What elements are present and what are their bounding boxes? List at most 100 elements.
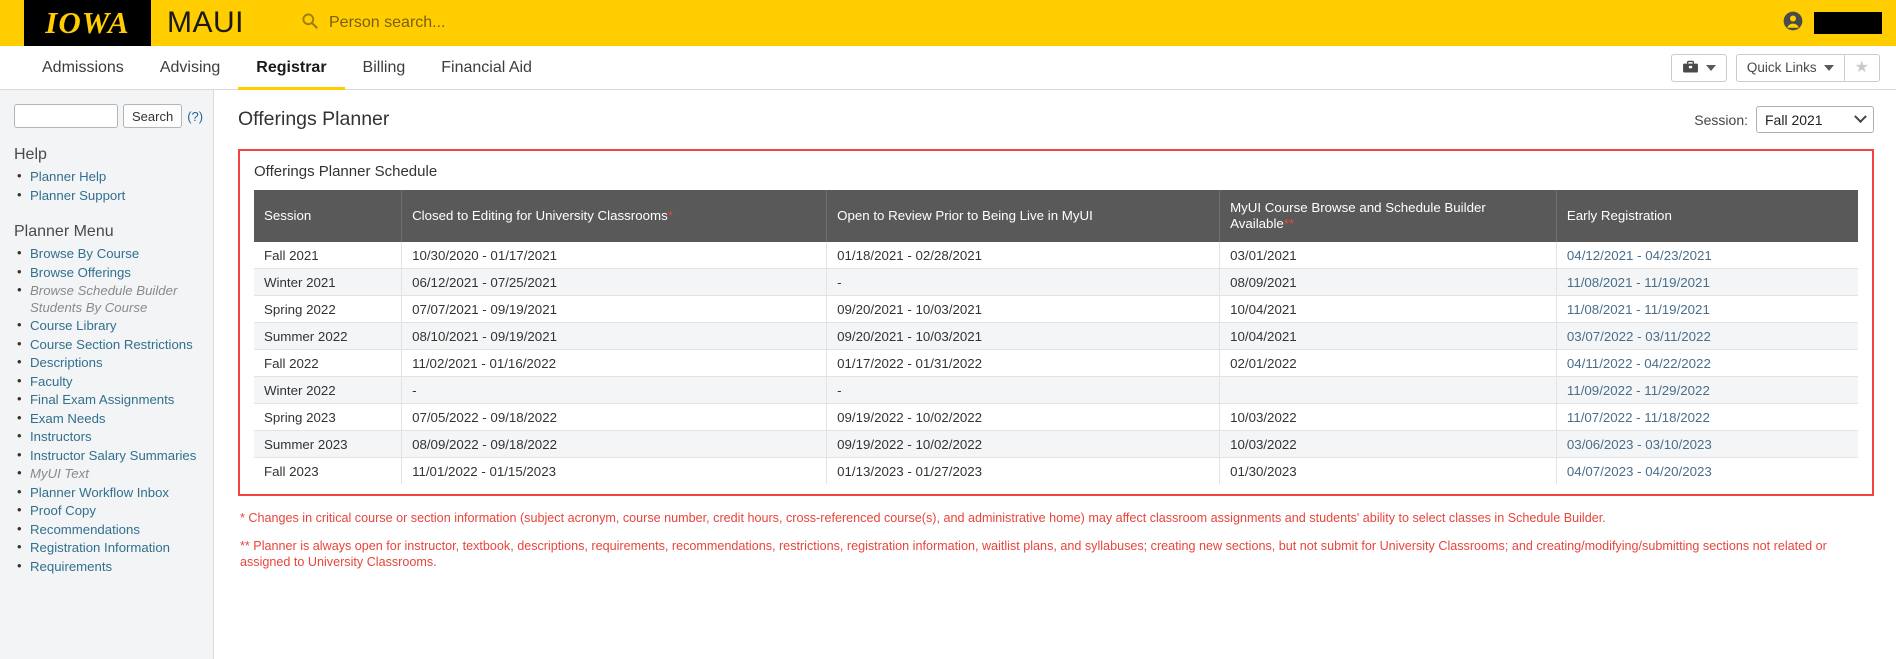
list-item[interactable]: Recommendations — [17, 521, 213, 540]
early-registration-link[interactable]: 11/08/2021 - 11/19/2021 — [1567, 302, 1710, 317]
sidebar-item-planner-support[interactable]: Planner Support — [30, 188, 125, 203]
sidebar-item-browse-by-course[interactable]: Browse By Course — [30, 246, 139, 261]
sidebar-item-browse-offerings[interactable]: Browse Offerings — [30, 265, 131, 280]
list-item[interactable]: Instructor Salary Summaries — [17, 447, 213, 466]
sidebar-item-planner-help[interactable]: Planner Help — [30, 169, 106, 184]
list-item: MyUI Text — [17, 465, 213, 484]
early-registration-link[interactable]: 04/11/2022 - 04/22/2022 — [1567, 356, 1711, 371]
nav-item-billing[interactable]: Billing — [345, 46, 424, 90]
sidebar-item-recommendations[interactable]: Recommendations — [30, 522, 140, 537]
sidebar-item-course-section-restrictions[interactable]: Course Section Restrictions — [30, 337, 193, 352]
early-registration-link[interactable]: 04/07/2023 - 04/20/2023 — [1567, 464, 1712, 479]
table-head: Session Closed to Editing for University… — [254, 190, 1858, 242]
nav-item-admissions[interactable]: Admissions — [24, 46, 142, 90]
list-item[interactable]: Requirements — [17, 558, 213, 577]
list-item[interactable]: Registration Information — [17, 539, 213, 558]
sidebar-search-button[interactable]: Search — [123, 104, 183, 128]
session-label: Session: — [1694, 111, 1748, 128]
column-header-closed-to-editing: Closed to Editing for University Classro… — [401, 190, 828, 242]
list-item[interactable]: Planner Workflow Inbox — [17, 484, 213, 503]
list-item[interactable]: Course Library — [17, 317, 213, 336]
sidebar-item-course-library[interactable]: Course Library — [30, 318, 117, 333]
cell-session: Fall 2022 — [254, 349, 403, 377]
sidebar-item-exam-needs[interactable]: Exam Needs — [30, 411, 106, 426]
cell-closed: 08/10/2021 - 09/19/2021 — [401, 322, 828, 350]
sidebar-item-final-exam-assignments[interactable]: Final Exam Assignments — [30, 392, 174, 407]
quick-links-button[interactable]: Quick Links — [1735, 53, 1844, 82]
person-search-input[interactable]: Person search... — [300, 11, 446, 35]
cell-review: - — [826, 268, 1221, 296]
list-item[interactable]: Browse By Course — [17, 245, 213, 264]
list-item[interactable]: Browse Offerings — [17, 264, 213, 283]
list-item[interactable]: Course Section Restrictions — [17, 336, 213, 355]
cell-session: Winter 2022 — [254, 376, 403, 404]
cell-early: 04/11/2022 - 04/22/2022 — [1556, 349, 1858, 377]
sidebar-search-input[interactable] — [14, 104, 118, 128]
cell-review: 09/19/2022 - 10/02/2022 — [826, 430, 1221, 458]
panel-title: Offerings Planner Schedule — [254, 163, 438, 180]
session-picker: Session: Fall 2021 — [1694, 106, 1874, 133]
table-row: Winter 2022 - - 11/09/2022 - 11/29/2022 — [254, 376, 1858, 404]
list-item[interactable]: Planner Help — [17, 168, 213, 187]
session-select[interactable]: Fall 2021 — [1756, 106, 1874, 133]
early-registration-link[interactable]: 11/07/2022 - 11/18/2022 — [1567, 410, 1710, 425]
toolbox-icon — [1682, 59, 1699, 77]
quick-links-label: Quick Links — [1746, 60, 1817, 75]
list-item[interactable]: Planner Support — [17, 187, 213, 206]
early-registration-link[interactable]: 03/07/2022 - 03/11/2022 — [1567, 329, 1711, 344]
toolbox-menu-button[interactable] — [1670, 53, 1727, 82]
cell-myui: 10/04/2021 — [1219, 322, 1557, 350]
list-item[interactable]: Descriptions — [17, 354, 213, 373]
cell-closed: 11/02/2021 - 01/16/2022 — [401, 349, 828, 377]
sidebar-item-instructors[interactable]: Instructors — [30, 429, 92, 444]
search-icon — [300, 11, 319, 35]
sidebar-item-faculty[interactable]: Faculty — [30, 374, 73, 389]
early-registration-link[interactable]: 04/12/2021 - 04/23/2021 — [1567, 248, 1712, 263]
sidebar-item-planner-workflow-inbox[interactable]: Planner Workflow Inbox — [30, 485, 169, 500]
early-registration-link[interactable]: 03/06/2023 - 03/10/2023 — [1567, 437, 1712, 452]
early-registration-link[interactable]: 11/08/2021 - 11/19/2021 — [1567, 275, 1710, 290]
account-circle-icon[interactable] — [1782, 10, 1804, 37]
early-registration-link[interactable]: 11/09/2022 - 11/29/2022 — [1567, 383, 1710, 398]
footnote-double-asterisk: ** Planner is always open for instructor… — [240, 539, 1827, 569]
star-icon: ★ — [1854, 58, 1869, 76]
column-header-label: MyUI Course Browse and Schedule Builder … — [1230, 200, 1486, 231]
list-item: Browse Schedule Builder Students By Cour… — [17, 282, 213, 317]
cell-early: 11/07/2022 - 11/18/2022 — [1556, 403, 1858, 431]
cell-early: 11/08/2021 - 11/19/2021 — [1556, 295, 1858, 323]
cell-closed: 08/09/2022 - 09/18/2022 — [401, 430, 828, 458]
table-row: Winter 2021 06/12/2021 - 07/25/2021 - 08… — [254, 268, 1858, 296]
cell-review: 01/13/2023 - 01/27/2023 — [826, 457, 1221, 484]
sidebar-item-requirements[interactable]: Requirements — [30, 559, 112, 574]
cell-myui: 10/03/2022 — [1219, 430, 1557, 458]
sidebar: Search (?) Help Planner Help Planner Sup… — [0, 90, 214, 659]
table-row: Spring 2023 07/05/2022 - 09/18/2022 09/1… — [254, 403, 1858, 431]
nav-item-financial-aid[interactable]: Financial Aid — [423, 46, 550, 90]
sidebar-item-proof-copy[interactable]: Proof Copy — [30, 503, 96, 518]
list-item[interactable]: Final Exam Assignments — [17, 391, 213, 410]
nav-item-registrar[interactable]: Registrar — [238, 46, 345, 90]
list-item[interactable]: Exam Needs — [17, 410, 213, 429]
sidebar-item-myui-text: MyUI Text — [30, 466, 89, 481]
sidebar-help-hint[interactable]: (?) — [187, 109, 203, 124]
footnote-marker: ** — [1283, 216, 1295, 231]
sidebar-item-descriptions[interactable]: Descriptions — [30, 355, 103, 370]
column-header-myui-course-browse: MyUI Course Browse and Schedule Builder … — [1219, 190, 1557, 242]
cell-review: 01/17/2022 - 01/31/2022 — [826, 349, 1221, 377]
list-item[interactable]: Proof Copy — [17, 502, 213, 521]
nav-item-advising[interactable]: Advising — [142, 46, 238, 90]
list-item[interactable]: Instructors — [17, 428, 213, 447]
sidebar-item-instructor-salary-summaries[interactable]: Instructor Salary Summaries — [30, 448, 196, 463]
column-header-label: Open to Review Prior to Being Live in My… — [837, 208, 1093, 223]
cell-myui — [1219, 376, 1557, 404]
top-bar-right — [1782, 0, 1882, 46]
list-item[interactable]: Faculty — [17, 373, 213, 392]
table-row: Summer 2023 08/09/2022 - 09/18/2022 09/1… — [254, 430, 1858, 458]
favorite-button[interactable]: ★ — [1843, 53, 1880, 82]
cell-session: Spring 2023 — [254, 403, 403, 431]
sidebar-item-registration-information[interactable]: Registration Information — [30, 540, 170, 555]
column-header-open-to-review: Open to Review Prior to Being Live in My… — [826, 190, 1221, 242]
chevron-down-icon — [1854, 110, 1867, 124]
cell-myui: 02/01/2022 — [1219, 349, 1557, 377]
nav-right-controls: Quick Links ★ — [1670, 53, 1880, 82]
